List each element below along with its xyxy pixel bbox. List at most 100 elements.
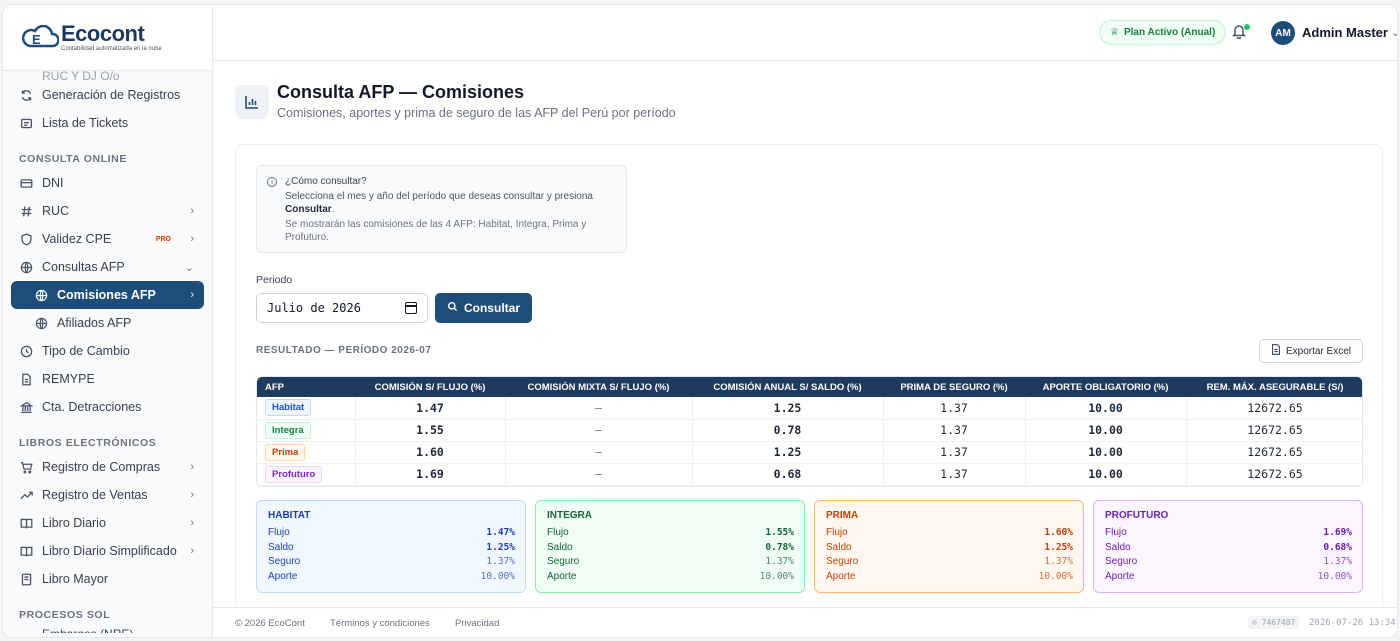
col-afp[interactable]: AFP [257, 377, 355, 397]
col-saldo[interactable]: COMISIÓN ANUAL S/ SALDO (%) [692, 377, 883, 397]
afp-card-value: 1.37% [1323, 556, 1352, 568]
sidebar-item-detracciones[interactable]: Cta. Detracciones [3, 393, 212, 421]
section-consulta-online: CONSULTA ONLINE [19, 153, 127, 165]
sidebar-item-tipo-cambio[interactable]: Tipo de Cambio [3, 337, 212, 365]
sidebar-item-consultas-afp[interactable]: Consultas AFP ⌄ [3, 253, 212, 281]
sidebar-item-afiliados-afp[interactable]: Afiliados AFP [3, 309, 212, 337]
sidebar-item-ruc[interactable]: RUC › [3, 197, 212, 225]
afp-card-value: 1.37% [765, 556, 794, 568]
section-procesos-sol: PROCESOS SOL [19, 609, 111, 621]
cell-saldo: 1.25 [692, 441, 884, 464]
cell-prima: 1.37 [883, 397, 1026, 420]
scrollbar[interactable] [1389, 61, 1397, 609]
info-icon: i [267, 177, 277, 187]
cell-rem: 12672.65 [1186, 463, 1362, 486]
page-title: Consulta AFP — Comisiones [277, 82, 525, 102]
file-icon [1271, 344, 1281, 358]
afp-tag: Prima [265, 443, 306, 461]
bank-icon [19, 400, 33, 414]
document-icon [19, 372, 33, 386]
notification-dot [1244, 24, 1250, 30]
cell-aporte: 10.00 [1025, 463, 1187, 486]
chevron-down-icon[interactable]: ⌄ [1391, 26, 1397, 39]
chevron-right-icon: › [190, 489, 194, 501]
col-aporte[interactable]: APORTE OBLIGATORIO (%) [1025, 377, 1186, 397]
cell-mixta: — [505, 441, 693, 464]
sidebar-item-cut-bottom[interactable]: Embargos (NRE) [3, 625, 212, 633]
afp-card-row-flujo: Flujo 1.55% [547, 525, 794, 540]
afp-card-label: Seguro [1105, 556, 1138, 568]
svg-text:E: E [32, 32, 41, 47]
sidebar: E Ecocont Contabilidad automatizada en l… [3, 5, 213, 637]
cell-mixta: — [505, 397, 693, 420]
afp-card-label: Seguro [268, 556, 301, 568]
afp-card-value: 0.68% [1323, 541, 1352, 553]
clock-icon [19, 344, 33, 358]
afp-card-label: Flujo [268, 526, 290, 538]
hash-icon [19, 204, 33, 218]
footer-copyright: © 2026 EcoCont [235, 618, 305, 629]
footer-privacy-link[interactable]: Privacidad [455, 618, 499, 629]
afp-tag: Profuturo [265, 465, 323, 483]
sidebar-item-generacion-registros[interactable]: Generación de Registros [3, 81, 212, 109]
page-subtitle: Comisiones, aportes y prima de seguro de… [277, 106, 676, 120]
sidebar-item-cut-top[interactable]: RUC Y DJ O/o [3, 71, 212, 81]
sidebar-item-registro-ventas[interactable]: Registro de Ventas › [3, 481, 212, 509]
afp-card-title: HABITAT [268, 510, 311, 521]
user-name[interactable]: Admin Master [1302, 25, 1388, 40]
period-input[interactable]: Julio de 2026 [256, 293, 428, 323]
sidebar-item-libro-diario-simplificado[interactable]: Libro Diario Simplificado › [3, 537, 212, 565]
cell-saldo: 0.78 [692, 419, 884, 442]
afp-card-value: 1.25% [486, 541, 515, 553]
sidebar-item-libro-mayor[interactable]: Libro Mayor [3, 565, 212, 593]
afp-card-value: 10.00% [1038, 570, 1073, 582]
logo[interactable]: E Ecocont Contabilidad automatizada en l… [3, 5, 212, 71]
sidebar-item-lista-tickets[interactable]: Lista de Tickets [3, 109, 212, 137]
afp-tag: Habitat [265, 399, 312, 417]
col-rem[interactable]: REM. MÁX. ASEGURABLE (S/) [1186, 377, 1362, 397]
pro-badge: PRO [152, 234, 174, 244]
afp-card-title: PROFUTURO [1105, 510, 1169, 521]
col-prima[interactable]: PRIMA DE SEGURO (%) [883, 377, 1025, 397]
consult-button[interactable]: Consultar [435, 293, 532, 323]
afp-card-value: 10.00% [1317, 570, 1352, 582]
afp-name-cell: Prima [257, 441, 356, 464]
cell-prima: 1.37 [883, 441, 1026, 464]
period-label: Periodo [256, 274, 293, 286]
cell-flujo: 1.55 [355, 419, 506, 442]
book-icon [19, 516, 33, 530]
chevron-right-icon: › [190, 461, 194, 473]
plan-badge[interactable]: ♕ Plan Activo (Anual) [1099, 20, 1227, 45]
afp-card-row-seguro: Seguro 1.37% [1105, 554, 1352, 569]
chevron-right-icon: › [190, 205, 194, 217]
sidebar-item-validez-cpe[interactable]: Validez CPE PRO › [3, 225, 212, 253]
sidebar-item-comisiones-afp[interactable]: Comisiones AFP › [11, 281, 204, 309]
sidebar-item-dni[interactable]: DNI [3, 169, 212, 197]
export-excel-button[interactable]: Exportar Excel [1259, 339, 1363, 363]
sidebar-item-registro-compras[interactable]: Registro de Compras › [3, 453, 212, 481]
cell-aporte: 10.00 [1025, 419, 1187, 442]
avatar[interactable]: AM [1271, 21, 1295, 45]
brand-name: Ecocont [61, 21, 145, 46]
cell-rem: 12672.65 [1186, 441, 1362, 464]
consulta-card: i ¿Cómo consultar? Selecciona el mes y a… [235, 144, 1383, 614]
cell-mixta: — [505, 463, 693, 486]
main-content: Consulta AFP — Comisiones Comisiones, ap… [213, 61, 1397, 614]
brand-tagline: Contabilidad automatizada en la nube [61, 46, 162, 52]
sidebar-item-remype[interactable]: REMYPE [3, 365, 212, 393]
book-icon [19, 544, 33, 558]
table-row: Integra 1.55—0.78 1.37 10.00 12672.65 [257, 419, 1362, 442]
afp-card-value: 10.00% [480, 570, 515, 582]
afp-card-label: Saldo [1105, 541, 1131, 553]
afp-card-row-aporte: Aporte 10.00% [1105, 569, 1352, 584]
afp-card-row-saldo: Saldo 1.25% [826, 540, 1073, 555]
version-badge: ⊙ 7467487 [1248, 616, 1300, 629]
afp-card-row-flujo: Flujo 1.60% [826, 525, 1073, 540]
calendar-icon[interactable] [405, 302, 417, 314]
sidebar-item-libro-diario[interactable]: Libro Diario › [3, 509, 212, 537]
globe-icon [34, 288, 48, 302]
footer-terms-link[interactable]: Términos y condiciones [330, 618, 430, 629]
col-mixta[interactable]: COMISIÓN MIXTA S/ FLUJO (%) [505, 377, 692, 397]
cell-prima: 1.37 [883, 463, 1026, 486]
col-flujo[interactable]: COMISIÓN S/ FLUJO (%) [355, 377, 505, 397]
